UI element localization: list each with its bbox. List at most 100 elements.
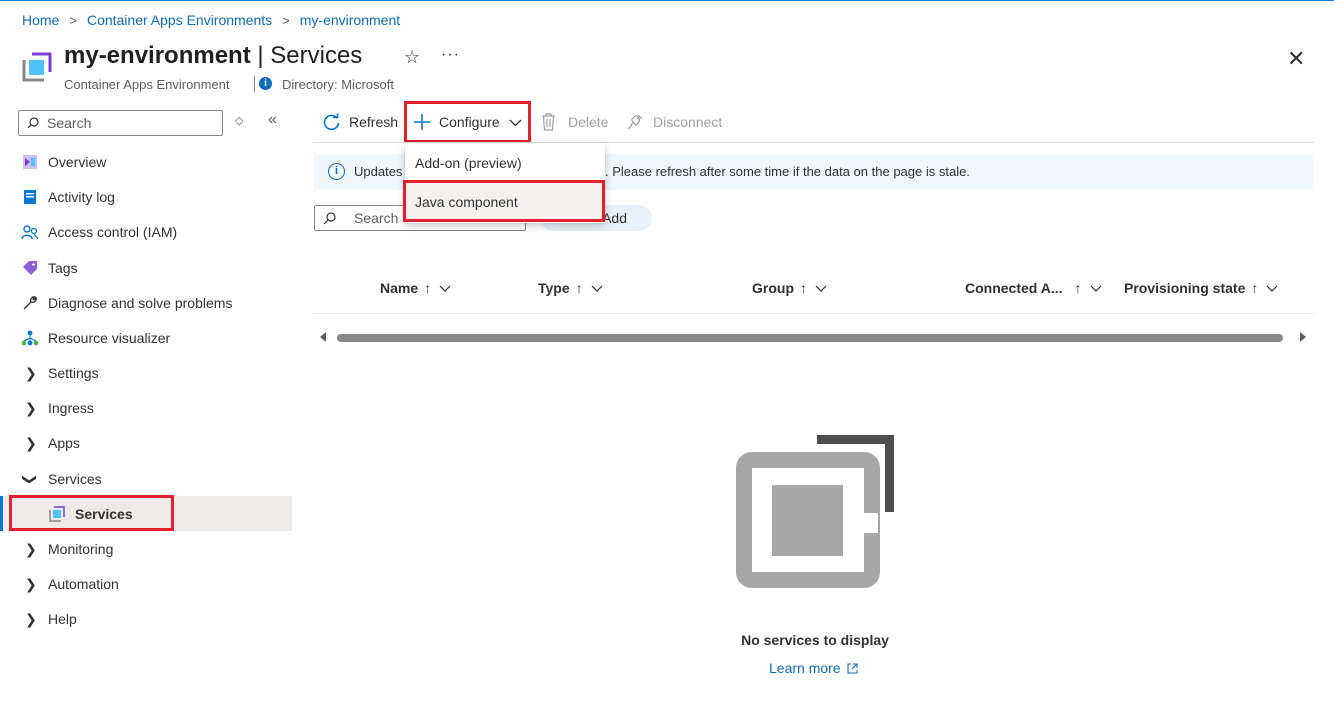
sidebar-item-tags[interactable]: Tags [0,253,292,283]
favorite-star-icon[interactable]: ☆ [404,47,420,68]
column-label: Type [538,280,570,296]
chevron-down-icon[interactable] [815,282,827,294]
sidebar-item-diagnose[interactable]: Diagnose and solve problems [0,288,292,318]
breadcrumb-separator: > [69,12,77,28]
breadcrumb-container-apps-environments[interactable]: Container Apps Environments [87,12,272,28]
sidebar-item-label: Help [48,611,77,627]
banner-text-end: . Please refresh after some time if the … [605,164,970,179]
chevron-down-icon[interactable] [1090,282,1102,294]
refresh-button[interactable]: Refresh [322,108,398,136]
scroll-right-arrow[interactable] [1300,332,1306,342]
overview-icon [21,153,39,171]
page-title-resource: my-environment [64,42,251,69]
nav-search-placeholder: Search [47,115,92,131]
activity-log-icon [21,188,39,206]
disconnect-button[interactable]: Disconnect [626,108,722,136]
resource-type-label: Container Apps Environment [64,77,230,92]
chevron-down-icon[interactable] [591,282,603,294]
column-label: Group [752,280,794,296]
sidebar-item-resource-visualizer[interactable]: Resource visualizer [0,323,292,353]
sidebar-item-label: Activity log [48,189,115,205]
disconnect-plug-icon [627,114,643,130]
column-header-group[interactable]: Group ↑ [752,280,827,296]
sidebar-item-overview[interactable]: Overview [0,147,292,177]
learn-more-label: Learn more [769,660,841,676]
sidebar-item-label: Settings [48,365,99,381]
delete-button[interactable]: Delete [541,108,608,136]
chevron-down-icon: ❯ [22,473,39,485]
page-title: my-environment | Services [64,42,362,70]
subtitle-divider [254,76,255,92]
chevron-down-icon[interactable] [1266,282,1278,294]
breadcrumb-separator: > [282,12,290,28]
nav-search-input[interactable]: Search [18,110,223,136]
sidebar-item-label: Automation [48,576,119,592]
sidebar-item-label: Resource visualizer [48,330,171,346]
column-header-name[interactable]: Name ↑ [380,280,451,296]
services-search-placeholder: Search [354,210,399,226]
chevron-down-icon[interactable] [439,282,451,294]
directory-info-icon: i [259,77,272,90]
column-label: Provisioning state [1124,280,1246,296]
empty-state-title: No services to display [741,632,889,648]
menu-item-add-on-preview[interactable]: Add-on (preview) [405,144,605,182]
sidebar-item-activity-log[interactable]: Activity log [0,182,292,212]
highlight-box-configure [404,101,531,143]
sidebar-item-label: Ingress [48,400,94,416]
sidebar-item-settings[interactable]: ❯ Settings [0,358,292,388]
sidebar-item-label: Apps [48,435,80,451]
column-header-connected-apps[interactable]: Connected A... ↑ [965,280,1102,296]
iam-icon [21,223,39,241]
sidebar-group-services[interactable]: ❯ Services [0,464,292,494]
sidebar-item-label: Access control (IAM) [48,224,178,240]
sidebar-item-label: Diagnose and solve problems [48,295,233,311]
breadcrumb: Home > Container Apps Environments > my-… [22,12,400,28]
scroll-left-arrow[interactable] [320,332,326,342]
nav-collapse-icon[interactable]: « [268,111,277,129]
sidebar-item-monitoring[interactable]: ❯ Monitoring [0,534,292,564]
tag-icon [21,259,39,277]
sidebar-item-automation[interactable]: ❯ Automation [0,569,292,599]
sidebar-item-help[interactable]: ❯ Help [0,604,292,634]
more-options-icon[interactable]: ··· [441,46,460,64]
banner-text-start: Updates [354,164,403,179]
column-header-type[interactable]: Type ↑ [538,280,603,296]
column-header-provisioning-state[interactable]: Provisioning state ↑ [1124,280,1278,296]
column-label: Name [380,280,419,296]
sidebar-item-label: Services [48,471,102,487]
chevron-right-icon: ❯ [25,610,37,627]
selected-indicator [0,496,3,531]
breadcrumb-home[interactable]: Home [22,12,59,28]
sidebar-item-apps[interactable]: ❯ Apps [0,428,292,458]
close-blade-icon[interactable]: ✕ [1287,46,1305,72]
sort-ascending-icon: ↑ [1074,280,1082,296]
add-filter-label: Add [602,210,627,226]
horizontal-scrollbar-thumb[interactable] [337,334,1283,342]
disconnect-label: Disconnect [653,114,723,130]
page-title-separator: | [250,42,271,69]
sidebar-item-access-control[interactable]: Access control (IAM) [0,217,292,247]
search-icon [27,117,39,129]
container-apps-environment-icon [22,52,52,82]
chevron-right-icon: ❯ [25,364,37,381]
external-link-icon [847,662,858,674]
info-icon: i [328,163,345,180]
directory-label: Directory: Microsoft [282,77,394,92]
table-header-divider [313,313,1315,314]
chevron-right-icon: ❯ [25,399,37,416]
top-accent-line [0,0,1334,1]
column-label: Connected A... [965,280,1063,296]
chevron-right-icon: ❯ [25,575,37,592]
sidebar-item-ingress[interactable]: ❯ Ingress [0,393,292,423]
learn-more-link[interactable]: Learn more [769,660,858,676]
resource-visualizer-icon [21,329,39,347]
sidebar-item-label: Monitoring [48,541,114,557]
delete-label: Delete [568,114,609,130]
sort-ascending-icon: ↑ [424,280,432,296]
menu-item-label: Add-on (preview) [415,155,522,171]
chevron-right-icon: ❯ [25,540,37,557]
wrench-icon [21,294,39,312]
sidebar-item-label: Overview [48,154,107,170]
breadcrumb-my-environment[interactable]: my-environment [300,12,400,28]
nav-collapse-toggle-icon[interactable]: ◇ [235,114,243,127]
